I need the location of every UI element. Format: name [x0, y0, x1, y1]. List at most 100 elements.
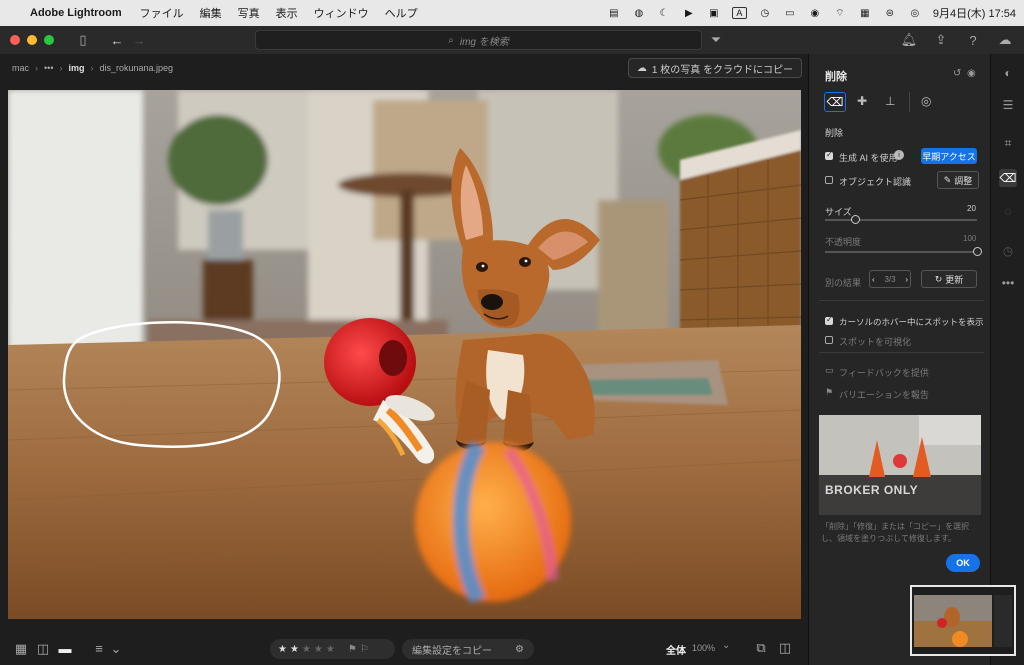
input-source-icon[interactable]: A	[731, 7, 747, 19]
breadcrumb-folder[interactable]: img	[68, 63, 84, 73]
report-link[interactable]: バリエーションを報告	[839, 388, 929, 401]
close-window-button[interactable]	[10, 35, 20, 45]
tutorial-image	[819, 415, 981, 515]
menu-bar: Adobe Lightroom ファイル 編集 写真 表示 ウィンドウ ヘルプ …	[0, 0, 1024, 26]
zoom-value[interactable]: 100%	[692, 643, 715, 653]
app-name-menu[interactable]: Adobe Lightroom	[30, 7, 122, 19]
size-slider-track[interactable]	[825, 219, 977, 221]
filter-icon[interactable]: ⏷	[705, 30, 727, 50]
screen-mirror-icon[interactable]: ▣	[707, 7, 721, 19]
flag-pick-icon[interactable]: ⚑	[348, 644, 357, 655]
copy-settings-button[interactable]: 編集設定をコピー	[412, 642, 492, 657]
help-icon[interactable]: ?	[962, 30, 984, 50]
refresh-icon: ↻	[934, 273, 943, 284]
menu-file[interactable]: ファイル	[140, 5, 184, 21]
presets-icon[interactable]: ◐	[999, 64, 1017, 82]
chevron-left-icon[interactable]: ‹	[872, 275, 875, 284]
refresh-button-label: 更新	[945, 274, 964, 285]
sort-icon[interactable]: ≡	[88, 639, 110, 659]
tutorial-thumbnail: BROKER ONLY	[819, 415, 981, 515]
back-arrow-icon[interactable]: ←	[106, 30, 128, 50]
remove-eraser-icon[interactable]: ⌫	[999, 169, 1017, 187]
keyboard-icon[interactable]: ▦	[858, 7, 872, 19]
share-icon[interactable]: ⇪	[930, 30, 952, 50]
menu-view[interactable]: 表示	[276, 5, 298, 21]
chevron-down-icon[interactable]: ⌄	[722, 640, 730, 651]
sidebar-toggle-icon[interactable]: ▯	[72, 30, 94, 50]
history-icon[interactable]: ◷	[999, 242, 1017, 260]
crop-icon[interactable]: ⌗	[999, 134, 1017, 152]
compare-view-icon[interactable]: ◫	[32, 639, 54, 659]
star-icon[interactable]: ★	[314, 644, 323, 655]
wifi-icon[interactable]: ⌔	[833, 7, 847, 19]
user-icon[interactable]: ◉	[808, 7, 822, 19]
visualize-spots-label: スポットを可視化	[839, 337, 912, 347]
masking-icon[interactable]: ◌	[999, 202, 1017, 220]
early-access-badge[interactable]: 早期アクセス	[921, 148, 977, 164]
search-placeholder: img を検索	[459, 36, 509, 48]
control-center-icon[interactable]: ⊜	[883, 7, 897, 19]
search-field[interactable]: ⌕ img を検索	[255, 30, 702, 50]
opacity-slider-knob[interactable]	[972, 247, 982, 256]
play-icon[interactable]: ▶	[682, 7, 696, 19]
moon-icon[interactable]: ☾	[657, 7, 671, 19]
genai-checkbox[interactable]	[825, 150, 833, 160]
breadcrumb: mac › ••• › img › dis_rokunana.jpeg ☁ 1 …	[0, 54, 808, 82]
adjust-button[interactable]: ✎ 調整	[937, 171, 979, 189]
eraser-tool-icon[interactable]: ⌫	[824, 92, 846, 112]
feedback-link[interactable]: フィードバックを提供	[839, 366, 929, 379]
lightroom-status-icon[interactable]: ▤	[607, 7, 621, 19]
menu-window[interactable]: ウィンドウ	[314, 5, 369, 21]
menu-photo[interactable]: 写真	[238, 5, 260, 21]
more-icon[interactable]: •••	[999, 274, 1017, 292]
heal-tool-icon[interactable]: ✚	[857, 94, 867, 108]
visualize-spots-checkbox[interactable]	[825, 336, 833, 344]
grid-view-icon[interactable]: ▦	[10, 639, 32, 659]
breadcrumb-ellipsis[interactable]: •••	[44, 63, 53, 73]
clone-stamp-icon[interactable]: ⊥	[885, 94, 895, 108]
clock-history-icon[interactable]: ◷	[758, 7, 772, 19]
edit-tool-rail: ◐ ☰ ⌗ ⌫ ◌ ◷ •••	[990, 54, 1024, 665]
edit-sliders-icon[interactable]: ☰	[999, 96, 1017, 114]
filmstrip-image	[912, 587, 1014, 654]
breadcrumb-root[interactable]: mac	[12, 63, 29, 73]
copy-to-cloud-button[interactable]: ☁ 1 枚の写真 をクラウドにコピー	[627, 58, 802, 78]
visualize-spots-icon[interactable]: ◎	[921, 94, 931, 108]
siri-icon[interactable]: ◎	[908, 7, 922, 19]
star-icon[interactable]: ★	[278, 644, 287, 655]
refresh-button[interactable]: ↻ 更新	[921, 270, 977, 288]
split-view-icon[interactable]: ◫	[774, 638, 796, 658]
chevron-down-icon[interactable]: ⌄	[110, 639, 122, 659]
battery-icon[interactable]: ▭	[783, 7, 797, 19]
before-after-icon[interactable]: ⧉	[750, 638, 772, 658]
star-icon[interactable]: ★	[290, 644, 299, 655]
star-icon[interactable]: ★	[302, 644, 311, 655]
chevron-right-icon[interactable]: ›	[905, 275, 908, 284]
single-view-icon[interactable]: ▬	[54, 639, 76, 659]
minimize-window-button[interactable]	[27, 35, 37, 45]
menu-help[interactable]: ヘルプ	[385, 5, 418, 21]
gear-icon[interactable]: ⚙	[515, 644, 524, 655]
object-detect-checkbox[interactable]	[825, 176, 833, 184]
size-slider-knob[interactable]	[850, 215, 860, 224]
zoom-window-button[interactable]	[44, 35, 54, 45]
flag-reject-icon[interactable]: ⚐	[360, 644, 369, 655]
forward-arrow-icon[interactable]: →	[128, 30, 150, 50]
opacity-slider-track[interactable]	[825, 251, 977, 253]
star-icon[interactable]: ★	[326, 644, 335, 655]
filmstrip-thumbnail[interactable]	[910, 585, 1016, 656]
chevron-right-icon: ›	[90, 63, 94, 73]
menubar-clock[interactable]: 9月4日(木) 17:54	[933, 5, 1016, 21]
photo-canvas[interactable]	[8, 90, 801, 619]
zoom-mode[interactable]: 全体	[666, 642, 686, 657]
reset-icon[interactable]: ↺	[953, 68, 961, 79]
hover-spot-checkbox[interactable]	[825, 315, 833, 325]
globe-icon[interactable]: ◍	[632, 7, 646, 19]
bell-icon[interactable]: 🔔︎	[898, 30, 920, 50]
cloud-icon[interactable]: ☁	[994, 30, 1016, 50]
eye-icon[interactable]: ◉	[967, 68, 976, 79]
ok-button[interactable]: OK	[946, 554, 980, 572]
info-icon[interactable]: i	[894, 150, 904, 160]
cloud-upload-icon: ☁	[636, 62, 647, 74]
menu-edit[interactable]: 編集	[200, 5, 222, 21]
